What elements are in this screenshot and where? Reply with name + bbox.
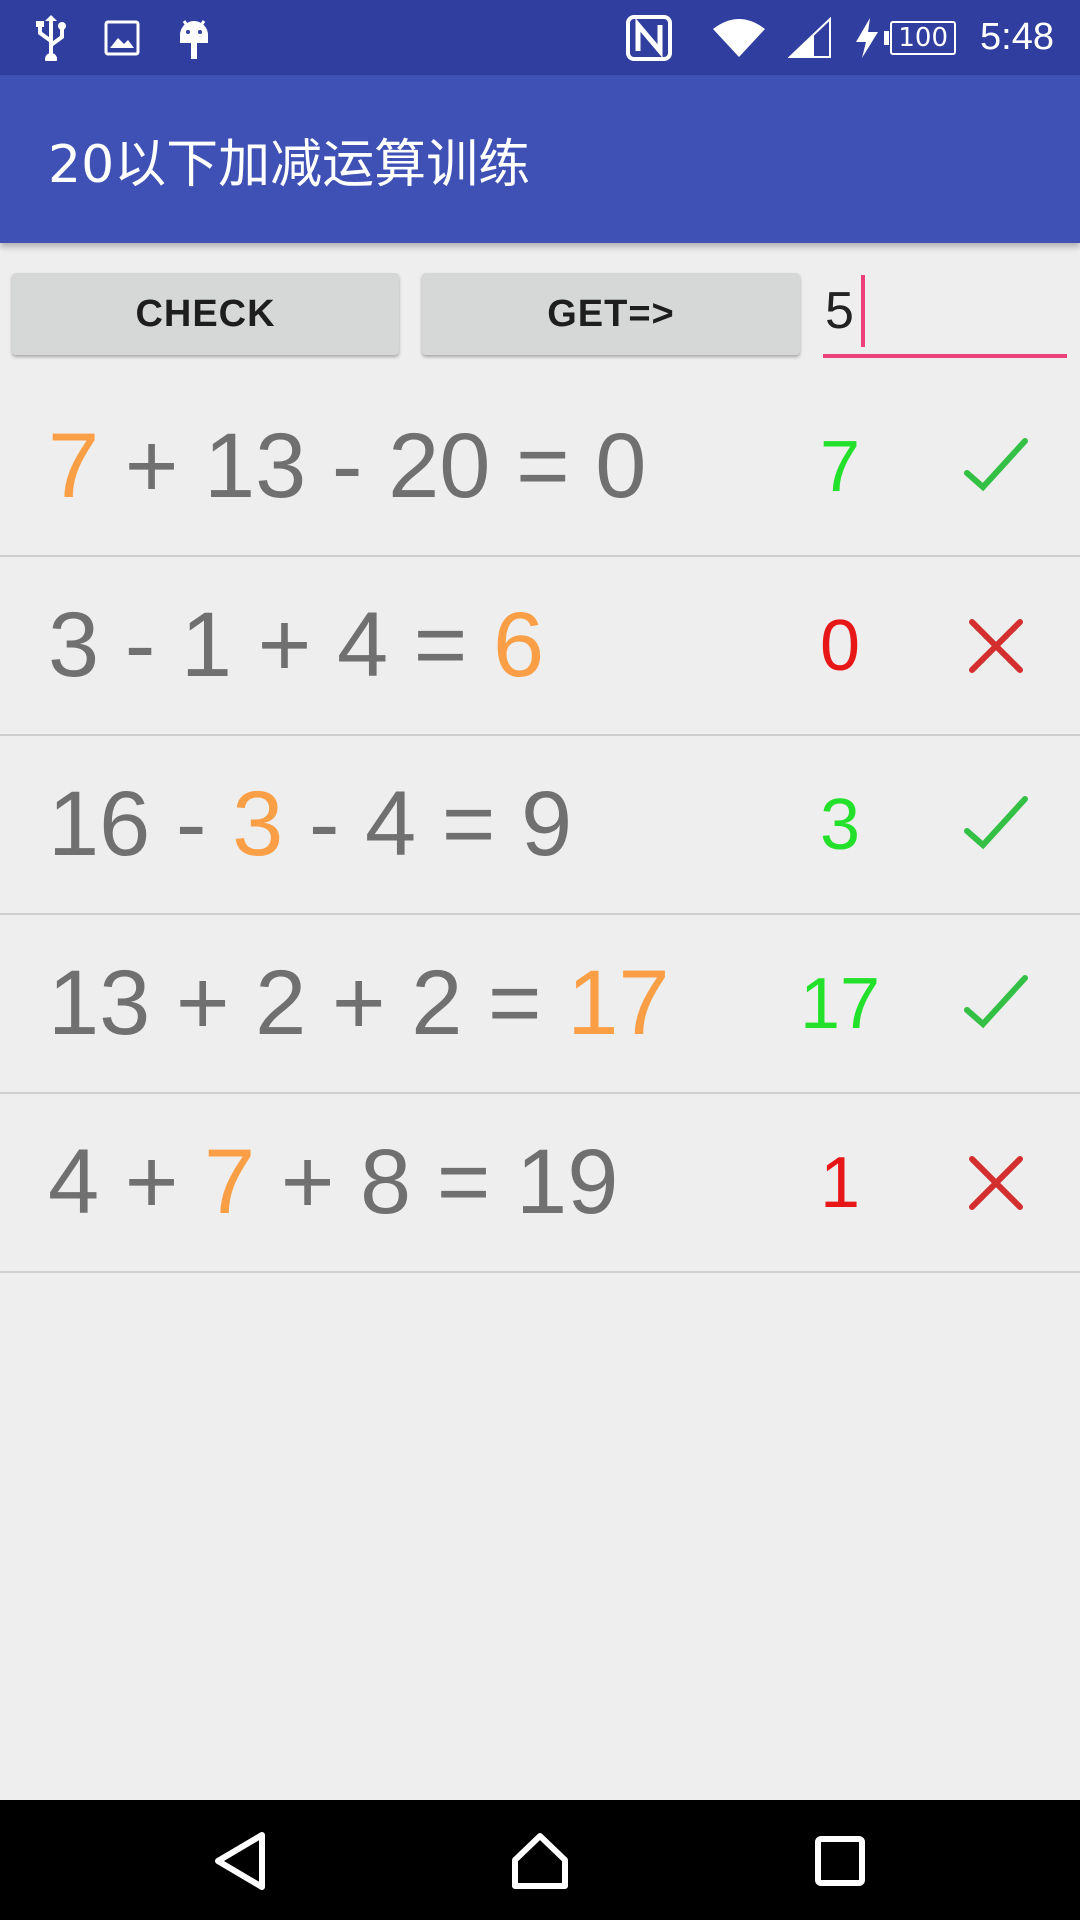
check-icon: [960, 378, 1032, 555]
problem-row[interactable]: 16 - 3 - 4 = 9 3: [0, 736, 1080, 915]
problem-expression: 13 + 2 + 2 = 17: [48, 952, 670, 1054]
app-bar: 20以下加减运算训练: [0, 75, 1080, 243]
problem-row[interactable]: 13 + 2 + 2 = 17 17: [0, 915, 1080, 1094]
blank-highlight: 7: [48, 415, 100, 517]
user-answer: 3: [819, 784, 861, 865]
android-debug-icon: [176, 15, 212, 61]
home-icon[interactable]: [509, 1830, 571, 1892]
nfc-icon: [626, 14, 673, 61]
user-answer: 17: [799, 963, 881, 1044]
problem-expression: 3 - 1 + 4 = 6: [48, 594, 545, 696]
problem-expression: 7 + 13 - 20 = 0: [48, 415, 647, 517]
blank-highlight: 17: [567, 952, 670, 1054]
battery-level: 100: [890, 20, 957, 55]
user-answer: 0: [819, 605, 861, 686]
image-icon: [104, 20, 140, 56]
cross-icon: [960, 557, 1032, 734]
wifi-icon: [712, 17, 766, 59]
problem-row[interactable]: 4 + 7 + 8 = 19 1: [0, 1094, 1080, 1273]
get-button[interactable]: GET=>: [422, 273, 800, 355]
answer-input[interactable]: [825, 281, 861, 341]
blank-highlight: 6: [492, 594, 545, 696]
navigation-bar: [0, 1800, 1080, 1920]
check-icon: [960, 736, 1032, 913]
status-bar: 100 5:48: [0, 0, 1080, 75]
blank-highlight: 7: [204, 1131, 256, 1233]
check-icon: [960, 915, 1032, 1092]
recents-icon[interactable]: [809, 1830, 871, 1892]
blank-highlight: 3: [232, 773, 284, 875]
user-answer: 1: [819, 1142, 861, 1223]
app-title: 20以下加减运算训练: [48, 134, 531, 195]
cross-icon: [960, 1094, 1032, 1271]
problem-list: 7 + 13 - 20 = 0 7 3 - 1 + 4 = 6 0 16 - 3…: [0, 378, 1080, 1273]
cell-signal-icon: [788, 16, 832, 59]
back-icon[interactable]: [209, 1830, 271, 1892]
problem-row[interactable]: 3 - 1 + 4 = 6 0: [0, 557, 1080, 736]
answer-input-field[interactable]: [823, 268, 1067, 358]
status-clock: 5:48: [980, 16, 1054, 58]
user-answer: 7: [819, 426, 861, 507]
charging-icon: [854, 17, 880, 58]
battery-indicator: 100: [884, 20, 957, 55]
problem-expression: 4 + 7 + 8 = 19: [48, 1131, 619, 1233]
problem-row[interactable]: 7 + 13 - 20 = 0 7: [0, 378, 1080, 557]
text-caret: [861, 275, 865, 347]
usb-icon: [34, 14, 68, 61]
problem-expression: 16 - 3 - 4 = 9: [48, 773, 573, 875]
check-button[interactable]: CHECK: [12, 273, 399, 355]
